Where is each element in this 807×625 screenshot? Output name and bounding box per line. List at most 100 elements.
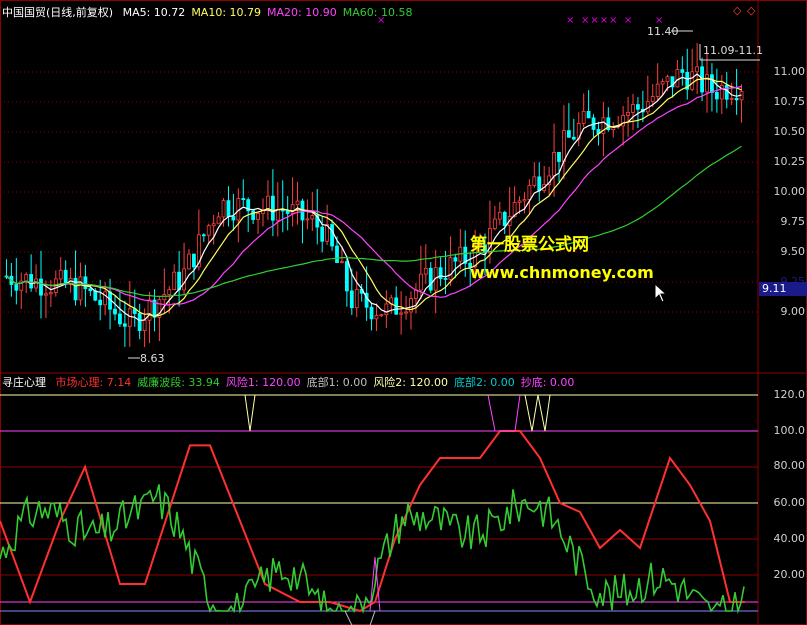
risk-spike bbox=[524, 394, 551, 432]
candle-body bbox=[369, 306, 374, 320]
candle-body bbox=[695, 66, 700, 73]
candle-body bbox=[14, 284, 19, 291]
diamond-icon[interactable]: ◇ bbox=[733, 4, 741, 17]
candle-body bbox=[103, 291, 108, 306]
candle-body bbox=[226, 200, 231, 217]
watermark-url[interactable]: www.chnmoney.com bbox=[470, 263, 654, 282]
candle-body bbox=[39, 278, 43, 296]
candle-body bbox=[162, 294, 167, 301]
stock-chart-window: { "main_panel": { "title": "中国国贸(日线,前复权)… bbox=[0, 0, 807, 625]
candle-body bbox=[295, 200, 300, 206]
candle-body bbox=[418, 273, 423, 291]
candle-body bbox=[83, 276, 88, 290]
candle-body bbox=[187, 253, 191, 270]
candle-body bbox=[330, 224, 334, 247]
candle-body bbox=[690, 71, 695, 90]
candle-body bbox=[98, 299, 103, 306]
candle-body bbox=[571, 136, 576, 140]
candle-body bbox=[147, 299, 152, 321]
candle-body bbox=[374, 315, 379, 320]
candle-body bbox=[626, 112, 630, 116]
candle-body bbox=[399, 312, 404, 315]
candle-body bbox=[122, 323, 127, 327]
legend-item: 市场心理: 7.14 bbox=[55, 376, 132, 389]
candle-body bbox=[182, 268, 186, 291]
legend-item: 底部1: 0.00 bbox=[306, 376, 368, 389]
candle-body bbox=[270, 195, 275, 221]
candle-body bbox=[675, 69, 680, 88]
candle-body bbox=[566, 130, 571, 138]
candle-body bbox=[448, 257, 453, 280]
candle-body bbox=[172, 271, 177, 291]
candle-body bbox=[118, 313, 122, 325]
candle-body bbox=[705, 74, 709, 93]
candle-body bbox=[344, 261, 349, 292]
candle-body bbox=[231, 216, 236, 221]
signal-marker: × bbox=[566, 15, 575, 26]
bottom-line bbox=[344, 610, 376, 625]
candle-body bbox=[34, 278, 38, 289]
legend-item: 威廉波段: 33.94 bbox=[137, 376, 220, 389]
candle-body bbox=[453, 257, 458, 262]
indicator-panel-title: 寻庄心理 bbox=[2, 376, 46, 389]
candle-body bbox=[414, 289, 418, 299]
y-tick: 120.0 bbox=[773, 388, 806, 401]
signal-marker: ×××× bbox=[581, 15, 619, 26]
candle-body bbox=[275, 208, 280, 221]
candle-body bbox=[241, 198, 246, 201]
y-tick: 10.00 bbox=[773, 185, 806, 198]
legend-item: 底部2: 0.00 bbox=[454, 376, 515, 389]
candle-body bbox=[58, 269, 63, 280]
candle-body bbox=[113, 308, 117, 315]
candle-body bbox=[636, 104, 640, 110]
candle-body bbox=[650, 96, 655, 103]
legend-item: MA5: 10.72 bbox=[122, 6, 186, 19]
candle-body bbox=[724, 84, 729, 100]
candle-body bbox=[586, 110, 591, 119]
candle-body bbox=[660, 81, 665, 85]
candle-body bbox=[497, 211, 502, 220]
candle-body bbox=[443, 278, 448, 280]
candle-body bbox=[127, 308, 132, 327]
y-tick: 9.50 bbox=[780, 245, 806, 258]
candle-body bbox=[216, 216, 221, 225]
risk-spike bbox=[244, 394, 256, 432]
y-tick: 40.00 bbox=[773, 532, 806, 545]
signal-marker: × bbox=[377, 15, 386, 26]
candle-body bbox=[24, 274, 29, 282]
y-tick: 10.75 bbox=[773, 95, 806, 108]
diamond-icon[interactable]: ◇ bbox=[747, 4, 755, 17]
candle-body bbox=[557, 152, 561, 162]
legend-item: 抄底: 0.00 bbox=[520, 376, 575, 389]
y-tick: 10.25 bbox=[773, 155, 806, 168]
candle-body bbox=[192, 253, 196, 268]
candle-body bbox=[680, 69, 685, 73]
signal-marker: × bbox=[624, 15, 633, 26]
candle-body bbox=[517, 200, 522, 203]
candle-body bbox=[581, 110, 586, 124]
candle-body bbox=[305, 218, 310, 221]
candle-body bbox=[665, 76, 670, 82]
y-tick: 11.00 bbox=[773, 65, 806, 78]
high-price-label: 11.40 bbox=[647, 25, 679, 38]
candle-body bbox=[167, 289, 172, 296]
candle-body bbox=[310, 215, 315, 220]
candle-body bbox=[562, 130, 566, 162]
candle-body bbox=[379, 314, 384, 317]
candle-body bbox=[320, 226, 325, 242]
candle-body bbox=[29, 274, 34, 289]
y-tick: 100.0 bbox=[773, 424, 806, 437]
y-tick: 60.00 bbox=[773, 496, 806, 509]
candle-body bbox=[88, 288, 93, 292]
candle-body bbox=[404, 311, 408, 314]
candle-body bbox=[354, 288, 359, 309]
low-price-label: 8.63 bbox=[140, 352, 165, 365]
candle-body bbox=[211, 223, 216, 227]
candle-body bbox=[78, 276, 83, 301]
candle-body bbox=[384, 303, 389, 316]
watermark-title: 第一股票公式网 bbox=[470, 235, 589, 255]
risk-spike bbox=[487, 394, 521, 432]
candle-body bbox=[734, 97, 739, 101]
candle-body bbox=[63, 269, 68, 285]
candle-body bbox=[527, 185, 532, 200]
